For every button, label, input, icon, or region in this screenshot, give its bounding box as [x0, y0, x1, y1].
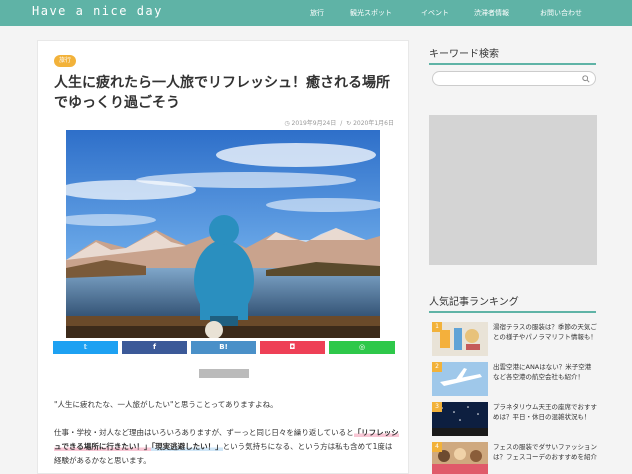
lake-mountain-photo	[66, 130, 380, 338]
refresh-icon: ↻	[346, 120, 352, 127]
share-pocket-button[interactable]: ◘	[260, 341, 325, 354]
facebook-icon: f	[152, 343, 157, 351]
share-buttons: 𝕥 f B! ◘ ◎	[53, 341, 395, 354]
ranking-thumbnail[interactable]: 1	[432, 322, 488, 356]
clock-icon: ◷	[284, 120, 290, 127]
category-badge[interactable]: 旅行	[54, 55, 77, 67]
rank-number: 1	[432, 322, 442, 332]
share-twitter-button[interactable]: 𝕥	[53, 341, 118, 354]
nav-item-events[interactable]: イベント	[421, 8, 449, 18]
ranking-title[interactable]: 出雲空港にANAはない？米子空港など各空港の航空会社も紹介！	[493, 362, 597, 382]
ranking-title[interactable]: 湯宿テラスの服装は？季節の天気ごとの様子やパノラマリフト情報も！	[493, 322, 597, 342]
rank-number: 4	[432, 442, 442, 452]
share-line-button[interactable]: ◎	[329, 341, 395, 354]
keyword-search-heading: キーワード検索	[429, 45, 596, 65]
ranking-item[interactable]: 3 プラネタリウム天王の座席でおすすめは？平日・休日の混雑状況も！	[432, 402, 597, 438]
date-separator: /	[340, 120, 343, 127]
ranking-thumbnail[interactable]: 2	[432, 362, 488, 396]
ad-placeholder-bar	[199, 369, 249, 378]
share-facebook-button[interactable]: f	[122, 341, 187, 354]
hero-image	[66, 130, 380, 338]
ranking-item[interactable]: 2 出雲空港にANAはない？米子空港など各空港の航空会社も紹介！	[432, 362, 596, 398]
article-dates: ◷ 2019年9月24日 / ↻ 2020年1月6日	[284, 118, 394, 127]
pocket-icon: ◘	[289, 343, 296, 351]
ranking-item[interactable]: 4 フェスの服装でダサいファッションは？フェスコーデのおすすめを紹介	[432, 442, 597, 474]
rank-number: 2	[432, 362, 442, 372]
line-icon: ◎	[358, 343, 366, 351]
highlight-escape: 「現実逃避したい！」	[151, 442, 223, 451]
published-date: 2019年9月24日	[291, 120, 337, 127]
nav-item-sightseeing[interactable]: 観光スポット	[350, 8, 392, 18]
ranking-title[interactable]: フェスの服装でダサいファッションは？フェスコーデのおすすめを紹介	[493, 442, 597, 462]
top-navigation-bar: Have a nice day 旅行 観光スポット イベント 渋滞者情報 お問い…	[0, 0, 632, 26]
article-card: 旅行 人生に疲れたら一人旅でリフレッシュ！癒される場所でゆっくり過ごそう ◷ 2…	[37, 40, 409, 474]
ranking-title[interactable]: プラネタリウム天王の座席でおすすめは？平日・休日の混雑状況も！	[493, 402, 597, 422]
paragraph-text: 仕事・学校・対人など理由はいろいろありますが、ずーっと同じ日々を繰り返していると	[54, 428, 354, 437]
hatena-icon: B!	[219, 343, 228, 351]
nav-item-traffic-info[interactable]: 渋滞者情報	[474, 8, 509, 18]
twitter-icon: 𝕥	[83, 343, 88, 351]
nav-item-contact[interactable]: お問い合わせ	[540, 8, 582, 18]
nav-item-travel[interactable]: 旅行	[310, 8, 324, 18]
intro-paragraph: "人生に疲れたな、一人旅がしたい"と思うことってありますよね。	[54, 400, 278, 409]
ranking-thumbnail[interactable]: 3	[432, 402, 488, 436]
search-icon[interactable]	[582, 75, 590, 83]
rank-number: 3	[432, 402, 442, 412]
updated-date: 2020年1月6日	[353, 120, 394, 127]
ranking-thumbnail[interactable]: 4	[432, 442, 488, 474]
ranking-item[interactable]: 1 湯宿テラスの服装は？季節の天気ごとの様子やパノラマリフト情報も！	[432, 322, 597, 358]
ranking-heading: 人気記事ランキング	[429, 293, 596, 313]
article-title: 人生に疲れたら一人旅でリフレッシュ！癒される場所でゆっくり過ごそう	[54, 75, 390, 111]
search-input[interactable]	[432, 71, 596, 86]
site-title[interactable]: Have a nice day	[32, 4, 163, 18]
body-paragraph: 仕事・学校・対人など理由はいろいろありますが、ずーっと同じ日々を繰り返していると…	[54, 426, 399, 468]
share-hatena-button[interactable]: B!	[191, 341, 256, 354]
sidebar-ad-box	[429, 115, 597, 265]
